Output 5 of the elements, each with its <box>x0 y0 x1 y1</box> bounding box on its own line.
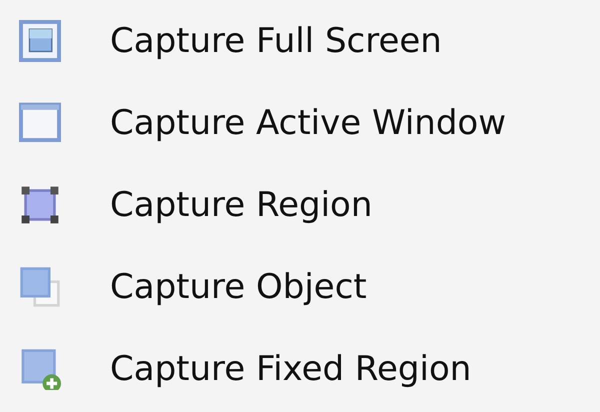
menu-item[interactable]: Capture Full Screen <box>0 0 600 82</box>
menu-item[interactable]: Capture Fixed Region <box>0 328 600 410</box>
menu-item[interactable]: Capture Active Window <box>0 82 600 164</box>
menu-item[interactable]: Capture Region <box>0 164 600 246</box>
menu-item[interactable]: Capture Object <box>0 246 600 328</box>
